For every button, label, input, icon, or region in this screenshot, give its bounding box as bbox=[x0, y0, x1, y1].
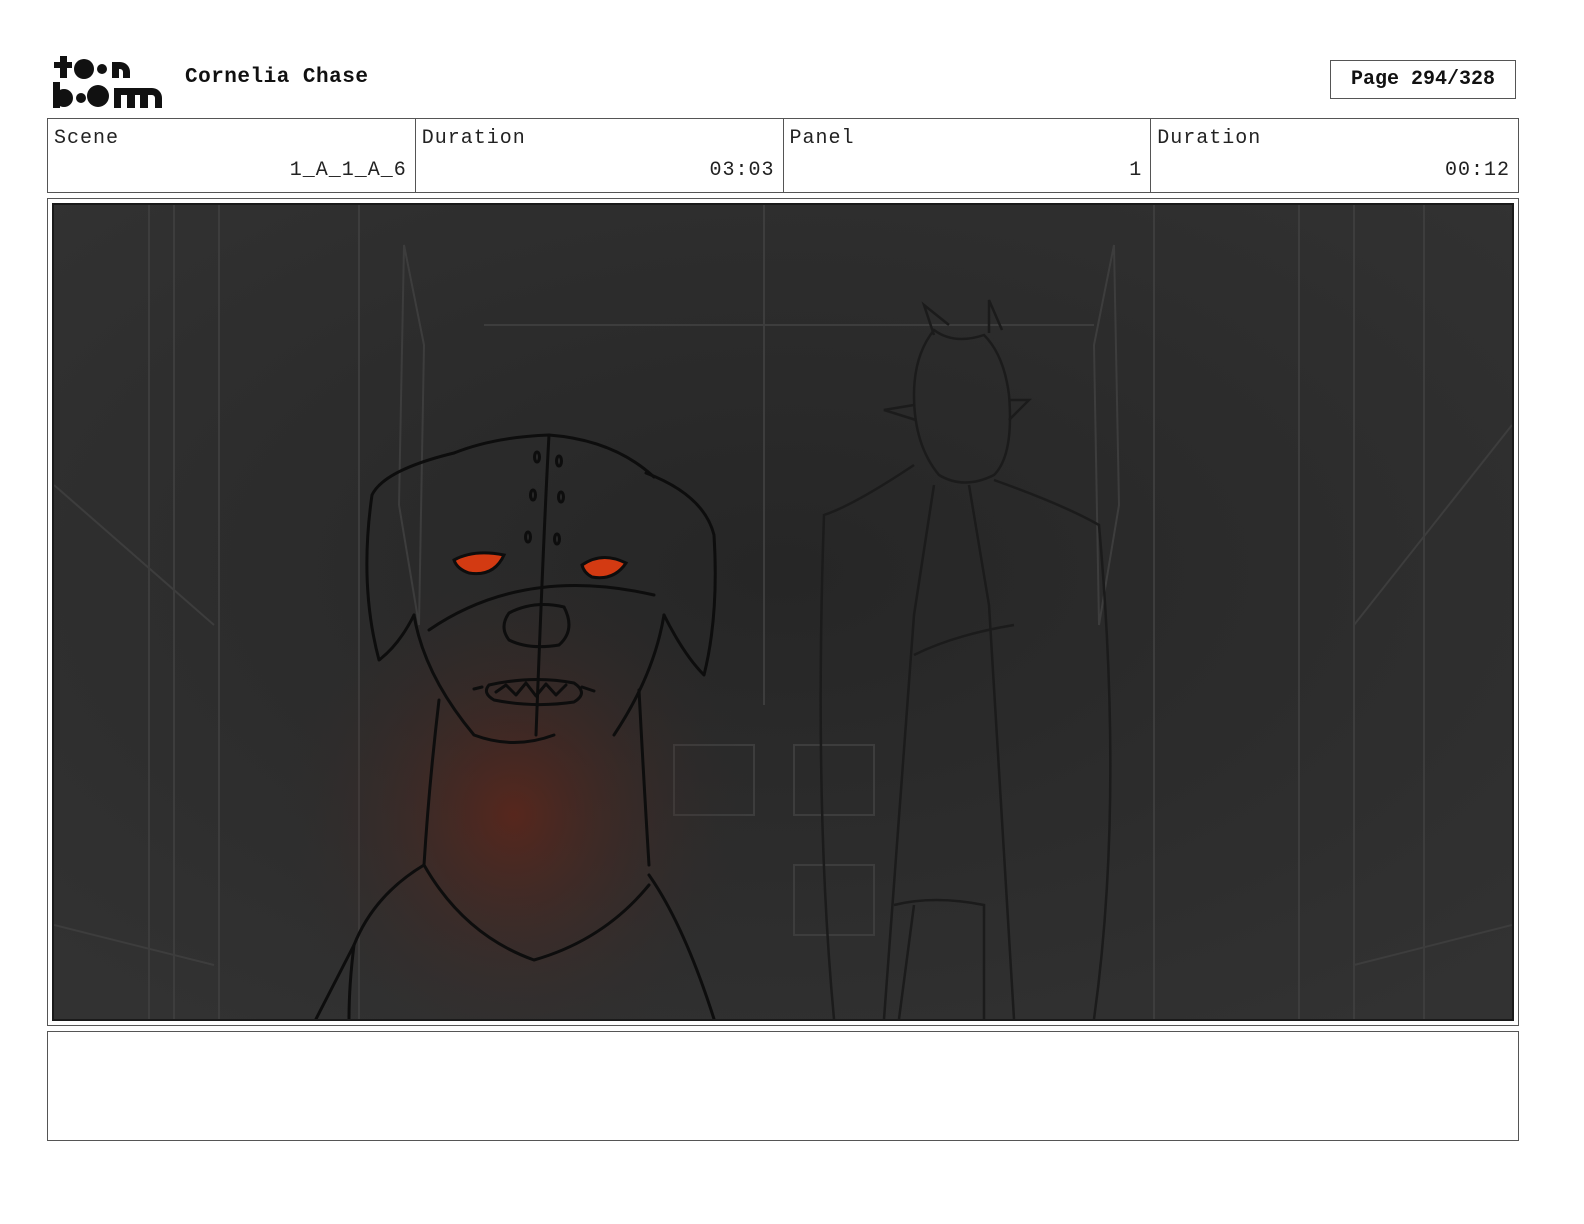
page-label: Page 294/328 bbox=[1350, 68, 1496, 91]
panel-duration-cell: Duration 00:12 bbox=[1151, 119, 1518, 192]
panel-drawing bbox=[54, 205, 1512, 1019]
scene-duration-label: Duration bbox=[421, 127, 526, 150]
scene-info-table: Scene 1_A_1_A_6 Duration 03:03 Panel 1 D… bbox=[47, 118, 1519, 193]
page-number: Page 294/328 bbox=[1330, 60, 1516, 99]
toonboom-logo bbox=[50, 52, 166, 110]
scene-cell: Scene 1_A_1_A_6 bbox=[48, 119, 416, 192]
scene-duration-cell: Duration 03:03 bbox=[416, 119, 784, 192]
panel-label: Panel bbox=[789, 127, 855, 150]
storyboard-panel-frame bbox=[47, 198, 1519, 1026]
panel-cell: Panel 1 bbox=[784, 119, 1152, 192]
panel-background bbox=[54, 205, 1512, 1019]
scene-value: 1_A_1_A_6 bbox=[289, 159, 407, 182]
panel-notes-box bbox=[47, 1031, 1519, 1141]
project-title: Cornelia Chase bbox=[185, 66, 369, 89]
panel-duration-value: 00:12 bbox=[1444, 159, 1510, 182]
scene-duration-value: 03:03 bbox=[709, 159, 775, 182]
scene-label: Scene bbox=[54, 127, 120, 150]
panel-duration-label: Duration bbox=[1157, 127, 1262, 150]
storyboard-panel-image bbox=[52, 203, 1514, 1021]
panel-value: 1 bbox=[1129, 159, 1143, 182]
